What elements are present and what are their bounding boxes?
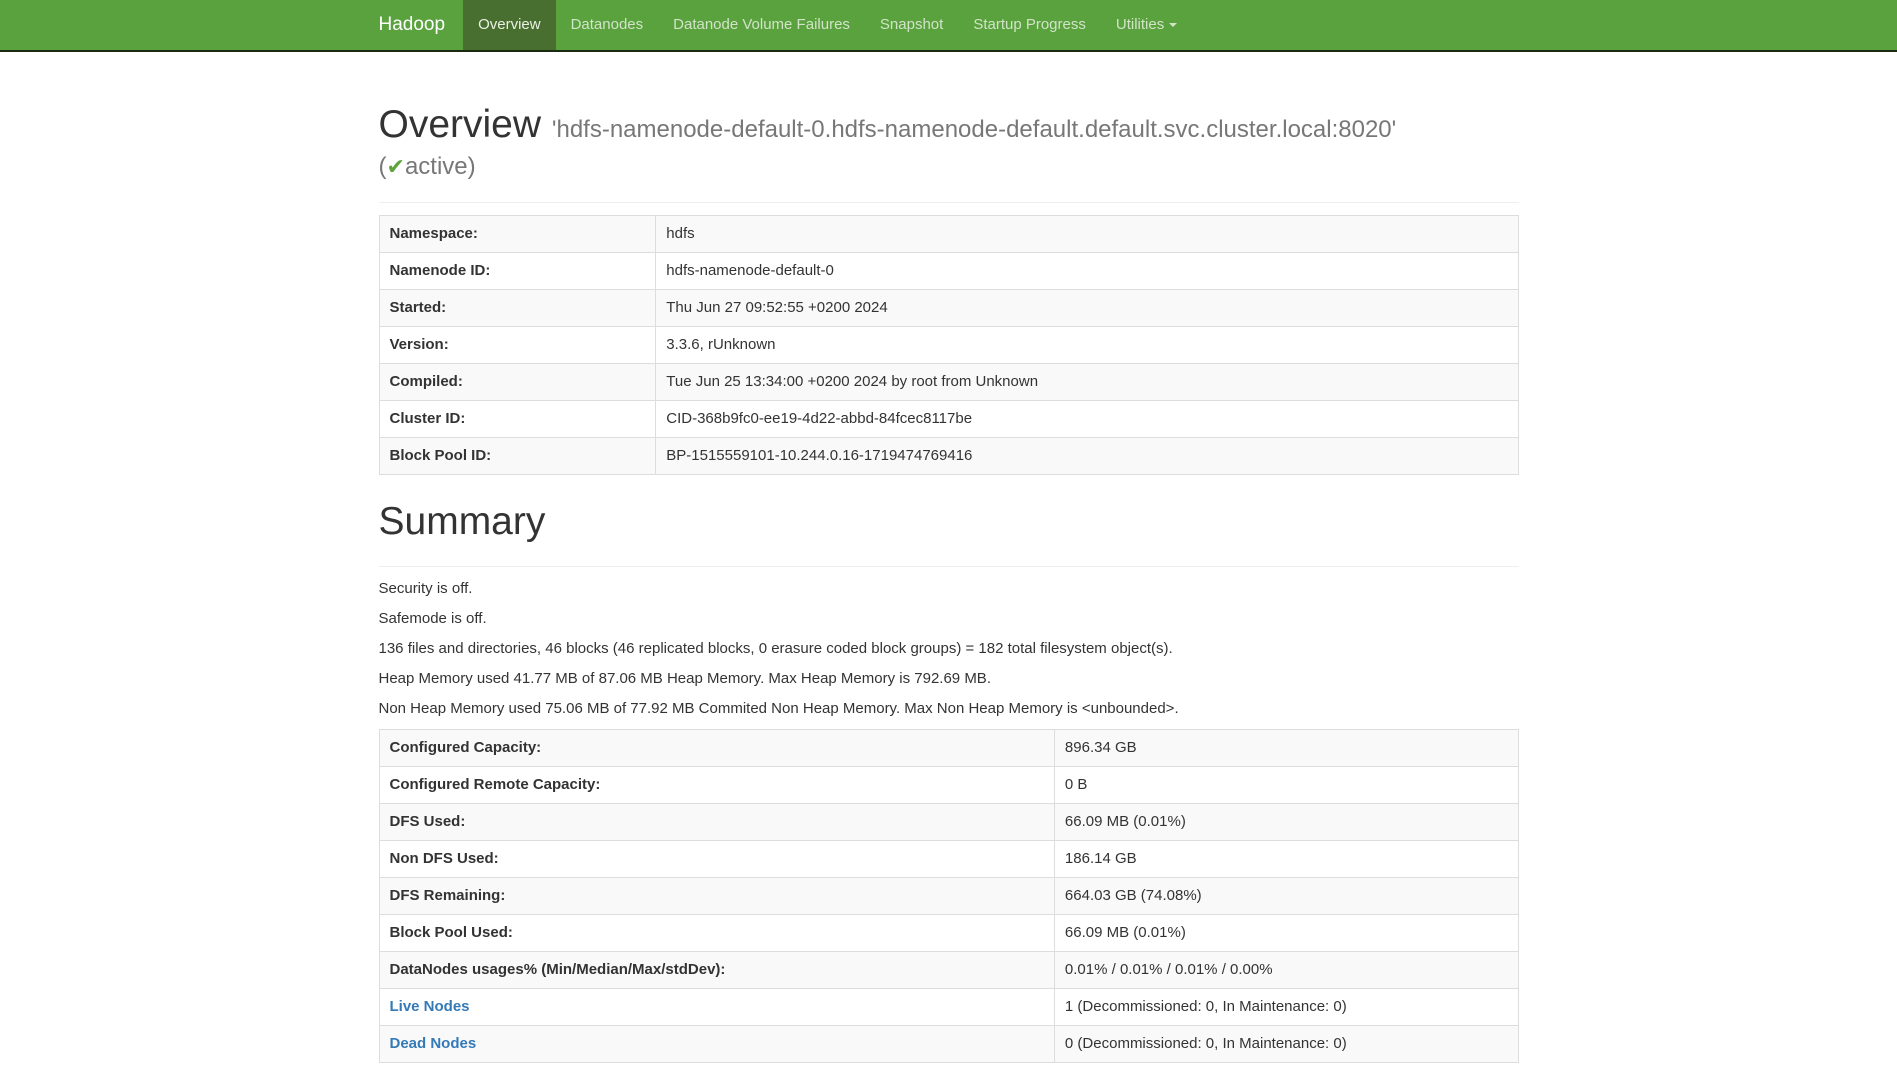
row-value: CID-368b9fc0-ee19-4d22-abbd-84fcec8117be xyxy=(656,401,1518,438)
row-value: 1 (Decommissioned: 0, In Maintenance: 0) xyxy=(1054,989,1518,1026)
hadoop-brand: Hadoop xyxy=(379,0,464,50)
table-row: Cluster ID: CID-368b9fc0-ee19-4d22-abbd-… xyxy=(379,401,1518,438)
table-row: Non DFS Used: 186.14 GB xyxy=(379,841,1518,878)
row-label: Namespace: xyxy=(379,216,656,253)
nav-item-datanode-volume-failures[interactable]: Datanode Volume Failures xyxy=(658,0,865,50)
navbar-menu: Overview Datanodes Datanode Volume Failu… xyxy=(463,0,1192,50)
table-row: DFS Used: 66.09 MB (0.01%) xyxy=(379,804,1518,841)
main-content: Overview 'hdfs-namenode-default-0.hdfs-n… xyxy=(364,104,1534,1063)
safemode-status: Safemode is off. xyxy=(379,609,1519,629)
row-label: Version: xyxy=(379,327,656,364)
namenode-info-table: Namespace: hdfs Namenode ID: hdfs-nameno… xyxy=(379,215,1519,475)
row-label: DFS Remaining: xyxy=(379,878,1054,915)
non-heap-memory: Non Heap Memory used 75.06 MB of 77.92 M… xyxy=(379,699,1519,719)
row-value: 66.09 MB (0.01%) xyxy=(1054,915,1518,952)
nav-item-utilities-dropdown[interactable]: Utilities xyxy=(1101,0,1192,50)
table-row: Block Pool Used: 66.09 MB (0.01%) xyxy=(379,915,1518,952)
row-value: 664.03 GB (74.08%) xyxy=(1054,878,1518,915)
table-row: DFS Remaining: 664.03 GB (74.08%) xyxy=(379,878,1518,915)
dead-nodes-link[interactable]: Dead Nodes xyxy=(390,1035,477,1052)
capacity-usage-table: Configured Capacity: 896.34 GB Configure… xyxy=(379,729,1519,1063)
top-navbar: Hadoop Overview Datanodes Datanode Volum… xyxy=(0,0,1897,52)
overview-title: Overview xyxy=(379,103,542,146)
table-row: Compiled: Tue Jun 25 13:34:00 +0200 2024… xyxy=(379,364,1518,401)
row-label: Non DFS Used: xyxy=(379,841,1054,878)
nav-item-label: Startup Progress xyxy=(973,16,1086,33)
row-value: 896.34 GB xyxy=(1054,730,1518,767)
row-value: hdfs-namenode-default-0 xyxy=(656,253,1518,290)
table-row: Namespace: hdfs xyxy=(379,216,1518,253)
nav-item-startup-progress[interactable]: Startup Progress xyxy=(958,0,1101,50)
nav-item-overview[interactable]: Overview xyxy=(463,0,556,50)
row-label: Block Pool ID: xyxy=(379,438,656,475)
nav-item-label: Snapshot xyxy=(880,16,943,33)
nav-item-label: Datanode Volume Failures xyxy=(673,16,850,33)
table-row: Started: Thu Jun 27 09:52:55 +0200 2024 xyxy=(379,290,1518,327)
row-value: 0 B xyxy=(1054,767,1518,804)
summary-header: Summary xyxy=(379,501,1519,567)
table-row: Configured Remote Capacity: 0 B xyxy=(379,767,1518,804)
row-label: Compiled: xyxy=(379,364,656,401)
row-label: Block Pool Used: xyxy=(379,915,1054,952)
table-row: DataNodes usages% (Min/Median/Max/stdDev… xyxy=(379,952,1518,989)
row-value: Thu Jun 27 09:52:55 +0200 2024 xyxy=(656,290,1518,327)
row-label: DataNodes usages% (Min/Median/Max/stdDev… xyxy=(379,952,1054,989)
nav-item-snapshot[interactable]: Snapshot xyxy=(865,0,958,50)
summary-text: Security is off. Safemode is off. 136 fi… xyxy=(379,579,1519,719)
nav-item-datanodes[interactable]: Datanodes xyxy=(556,0,659,50)
filesystem-objects: 136 files and directories, 46 blocks (46… xyxy=(379,639,1519,659)
nav-item-label: Utilities xyxy=(1116,16,1164,33)
namenode-state: (✔active) xyxy=(379,154,1519,180)
heap-memory: Heap Memory used 41.77 MB of 87.06 MB He… xyxy=(379,669,1519,689)
table-row: Live Nodes 1 (Decommissioned: 0, In Main… xyxy=(379,989,1518,1026)
state-text: active xyxy=(405,153,468,180)
table-row: Configured Capacity: 896.34 GB xyxy=(379,730,1518,767)
table-row: Dead Nodes 0 (Decommissioned: 0, In Main… xyxy=(379,1026,1518,1063)
live-nodes-link[interactable]: Live Nodes xyxy=(390,998,470,1015)
row-value: Tue Jun 25 13:34:00 +0200 2024 by root f… xyxy=(656,364,1518,401)
row-label: DFS Used: xyxy=(379,804,1054,841)
row-label: Configured Capacity: xyxy=(379,730,1054,767)
row-value: hdfs xyxy=(656,216,1518,253)
row-value: 0.01% / 0.01% / 0.01% / 0.00% xyxy=(1054,952,1518,989)
check-icon: ✔ xyxy=(387,154,405,179)
page-title: Overview 'hdfs-namenode-default-0.hdfs-n… xyxy=(379,104,1519,180)
namenode-address: 'hdfs-namenode-default-0.hdfs-namenode-d… xyxy=(552,116,1396,143)
row-label: Cluster ID: xyxy=(379,401,656,438)
summary-title: Summary xyxy=(379,501,1519,544)
table-row: Namenode ID: hdfs-namenode-default-0 xyxy=(379,253,1518,290)
chevron-down-icon xyxy=(1169,23,1177,27)
table-row: Block Pool ID: BP-1515559101-10.244.0.16… xyxy=(379,438,1518,475)
table-row: Version: 3.3.6, rUnknown xyxy=(379,327,1518,364)
row-value: 0 (Decommissioned: 0, In Maintenance: 0) xyxy=(1054,1026,1518,1063)
row-label: Configured Remote Capacity: xyxy=(379,767,1054,804)
security-status: Security is off. xyxy=(379,579,1519,599)
overview-header: Overview 'hdfs-namenode-default-0.hdfs-n… xyxy=(379,104,1519,203)
row-value: 3.3.6, rUnknown xyxy=(656,327,1518,364)
row-value: 66.09 MB (0.01%) xyxy=(1054,804,1518,841)
row-label: Started: xyxy=(379,290,656,327)
nav-item-label: Overview xyxy=(478,16,541,33)
row-value: 186.14 GB xyxy=(1054,841,1518,878)
nav-item-label: Datanodes xyxy=(571,16,644,33)
row-value: BP-1515559101-10.244.0.16-1719474769416 xyxy=(656,438,1518,475)
row-label: Namenode ID: xyxy=(379,253,656,290)
